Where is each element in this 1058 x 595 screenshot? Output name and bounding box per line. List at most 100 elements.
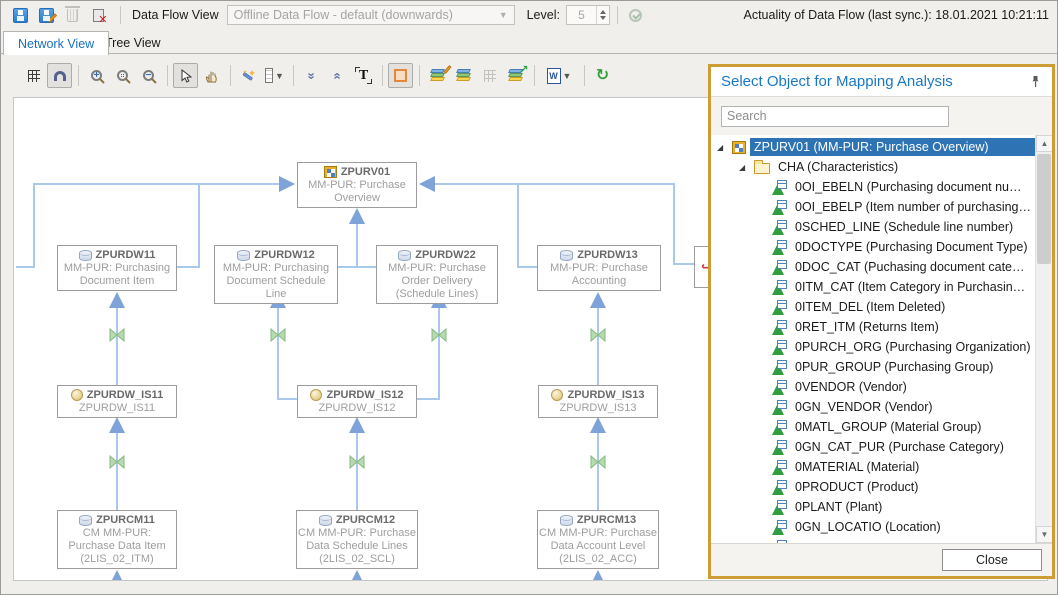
collapse-all-button[interactable]: «: [325, 63, 350, 88]
infosource-icon: [310, 389, 322, 401]
chevron-down-icon: ▼: [563, 71, 572, 81]
characteristic-icon: [771, 200, 787, 215]
tab-network-view[interactable]: Network View: [3, 31, 109, 55]
spinner-arrows[interactable]: [596, 6, 609, 24]
tree-item[interactable]: 0GN_CAT_PUR (Purchase Category): [711, 437, 1035, 457]
text-labels-button[interactable]: T: [351, 63, 376, 88]
pan-hand-button[interactable]: [199, 63, 224, 88]
zoom-out-button[interactable]: −: [136, 63, 161, 88]
word-export-button[interactable]: W▼: [540, 63, 578, 88]
node-zpurdw12[interactable]: ZPURDW12 MM-PUR: Purchasing Document Sch…: [214, 245, 338, 304]
expander-icon[interactable]: ◢: [739, 163, 751, 172]
separator: [534, 65, 535, 86]
magnet-icon: [54, 71, 66, 81]
orange-frame-icon: [394, 69, 407, 82]
tree-item[interactable]: 0RET_ITM (Returns Item): [711, 317, 1035, 337]
node-zpurv01[interactable]: ZPURV01 MM-PUR: Purchase Overview: [297, 162, 417, 208]
tab-label: Tree View: [105, 36, 161, 50]
layers-icon: [456, 69, 472, 82]
tree-item[interactable]: 0ITEM_DEL (Item Deleted): [711, 297, 1035, 317]
grid-button[interactable]: [21, 63, 46, 88]
node-zpurdw22[interactable]: ZPURDW22 MM-PUR: Purchase Order Delivery…: [376, 245, 498, 304]
node-zpurcm12[interactable]: ZPURCM12 CM MM-PUR: Purchase Data Schedu…: [296, 510, 418, 569]
word-icon: W: [547, 68, 561, 84]
chevron-down-icon: ▼: [499, 10, 508, 20]
node-zpurdw11[interactable]: ZPURDW11 MM-PUR: Purchasing Document Ite…: [57, 245, 177, 291]
scrollbar-thumb[interactable]: [1037, 154, 1051, 264]
spinner-up-icon[interactable]: [600, 10, 606, 14]
characteristic-icon: [771, 380, 787, 395]
node-zpurdw-is11[interactable]: ZPURDW_IS11 ZPURDW_IS11: [57, 385, 177, 418]
characteristic-icon: [771, 540, 787, 544]
pin-icon[interactable]: [1030, 75, 1042, 88]
node-zpurdw13[interactable]: ZPURDW13 MM-PUR: Purchase Accounting: [537, 245, 661, 291]
zoom-out-icon: −: [143, 70, 154, 81]
tree-item-zpurv01[interactable]: ◢ ZPURV01 (MM-PUR: Purchase Overview): [711, 137, 1035, 157]
composite-provider-icon: [324, 166, 337, 178]
snap-magnet-button[interactable]: [47, 63, 72, 88]
layers-export-button[interactable]: ↗: [503, 63, 528, 88]
refresh-button[interactable]: ↻: [590, 63, 615, 88]
characteristic-icon: [771, 460, 787, 475]
save-edit-icon: [39, 8, 54, 23]
search-input[interactable]: [721, 106, 949, 127]
node-zpurdw-is13[interactable]: ZPURDW_IS13 ZPURDW_IS13: [538, 385, 658, 418]
tree-item[interactable]: 0OI_EBELN (Purchasing document number): [711, 177, 1035, 197]
close-button[interactable]: Close: [942, 549, 1042, 571]
characteristic-icon: [771, 340, 787, 355]
zoom-in-button[interactable]: +: [84, 63, 109, 88]
expander-icon[interactable]: ◢: [717, 143, 729, 152]
save-edit-button[interactable]: [35, 4, 57, 26]
tree-item[interactable]: 0GN_VENDOR (Vendor): [711, 397, 1035, 417]
tree-item[interactable]: 0MATL_GROUP (Material Group): [711, 417, 1035, 437]
node-zpurcm13[interactable]: ZPURCM13 CM MM-PUR: Purchase Data Accoun…: [537, 510, 659, 569]
layers-export-icon: ↗: [508, 69, 524, 82]
layers-edit-button[interactable]: [425, 63, 450, 88]
tree-item[interactable]: 0GN_LOCATIO (Location): [711, 517, 1035, 537]
scroll-down-icon[interactable]: ▼: [1036, 526, 1052, 543]
expand-all-button[interactable]: »: [299, 63, 324, 88]
clock-icon: [629, 9, 642, 22]
characteristic-icon: [771, 360, 787, 375]
zoom-fit-button[interactable]: [110, 63, 135, 88]
spinner-down-icon[interactable]: [600, 16, 606, 20]
characteristic-icon: [771, 260, 787, 275]
tree-item[interactable]: 0DOC_CAT (Puchasing document category): [711, 257, 1035, 277]
app-window: ✕ Data Flow View Offline Data Flow - def…: [0, 0, 1058, 595]
tree-item[interactable]: 0PUR_GROUP (Purchasing Group): [711, 357, 1035, 377]
mapping-analysis-panel: Select Object for Mapping Analysis ◢ ZPU…: [708, 64, 1055, 579]
tree-item[interactable]: 0DOCTYPE (Purchasing Document Type): [711, 237, 1035, 257]
auto-layout-button[interactable]: [236, 63, 261, 88]
node-zpurcm11[interactable]: ZPURCM11 CM MM-PUR: Purchase Data Item (…: [57, 510, 177, 569]
highlight-frame-button[interactable]: [388, 63, 413, 88]
chevron-down-icon: ▼: [275, 71, 284, 81]
tree-scrollbar[interactable]: ▲ ▼: [1035, 135, 1052, 543]
layers-button[interactable]: [451, 63, 476, 88]
characteristic-icon: [771, 440, 787, 455]
tree-item[interactable]: 0ITM_CAT (Item Category in Purchasing Do…: [711, 277, 1035, 297]
tree-item[interactable]: 0PLANT (Plant): [711, 497, 1035, 517]
column-layout-button[interactable]: ▼: [262, 63, 287, 88]
characteristic-icon: [771, 500, 787, 515]
tree-item[interactable]: 0OI_EBELP (Item number of purchasing doc…: [711, 197, 1035, 217]
adso-icon: [79, 515, 92, 526]
save-icon: [13, 8, 28, 23]
tree-item[interactable]: 0MATERIAL (Material): [711, 457, 1035, 477]
scroll-up-icon[interactable]: ▲: [1036, 135, 1052, 152]
tree-item[interactable]: 0SCHED_LINE (Schedule line number): [711, 217, 1035, 237]
save-button[interactable]: [9, 4, 31, 26]
tree-item[interactable]: 0PRODUCT (Product): [711, 477, 1035, 497]
separator: [382, 65, 383, 86]
tree-item[interactable]: 0PURCH_ORG (Purchasing Organization): [711, 337, 1035, 357]
select-cursor-button[interactable]: [173, 63, 198, 88]
remove-data-flow-button[interactable]: ✕: [87, 4, 109, 26]
characteristic-icon: [771, 300, 787, 315]
tree-item-partial[interactable]: [711, 537, 1035, 543]
tree-item-cha[interactable]: ◢ CHA (Characteristics): [711, 157, 1035, 177]
cursor-icon: [180, 69, 192, 83]
tree-item[interactable]: 0VENDOR (Vendor): [711, 377, 1035, 397]
level-spinner: 5: [566, 5, 610, 25]
level-label: Level:: [527, 8, 560, 22]
search-bar: [711, 97, 1052, 135]
node-zpurdw-is12[interactable]: ZPURDW_IS12 ZPURDW_IS12: [297, 385, 417, 418]
